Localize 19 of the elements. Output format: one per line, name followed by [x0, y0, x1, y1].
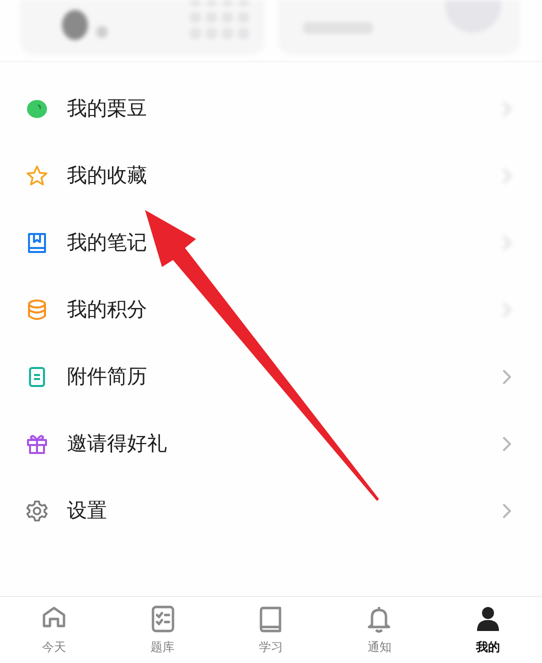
menu-label: 我的收藏: [67, 162, 148, 189]
menu-label: 设置: [67, 497, 108, 524]
menu-item[interactable]: 我的收藏: [0, 142, 542, 209]
menu-item[interactable]: 附件简历: [0, 343, 542, 410]
menu-label: 附件简历: [67, 363, 148, 390]
tab[interactable]: 我的: [434, 597, 542, 663]
menu-label: 我的积分: [67, 296, 148, 323]
menu-item[interactable]: 我的栗豆: [0, 75, 542, 142]
menu-item[interactable]: 我的笔记: [0, 209, 542, 276]
menu-label: 邀请得好礼: [67, 430, 168, 457]
menu-label: 我的笔记: [67, 229, 148, 256]
tab[interactable]: 今天: [0, 597, 108, 663]
tab[interactable]: 题库: [108, 597, 217, 663]
menu-item[interactable]: 设置: [0, 477, 542, 544]
tab[interactable]: 通知: [325, 597, 434, 663]
menu-label: 我的栗豆: [67, 95, 148, 122]
menu-item[interactable]: 邀请得好礼: [0, 410, 542, 477]
menu-item[interactable]: 我的积分: [0, 276, 542, 343]
tab[interactable]: 学习: [216, 597, 326, 663]
